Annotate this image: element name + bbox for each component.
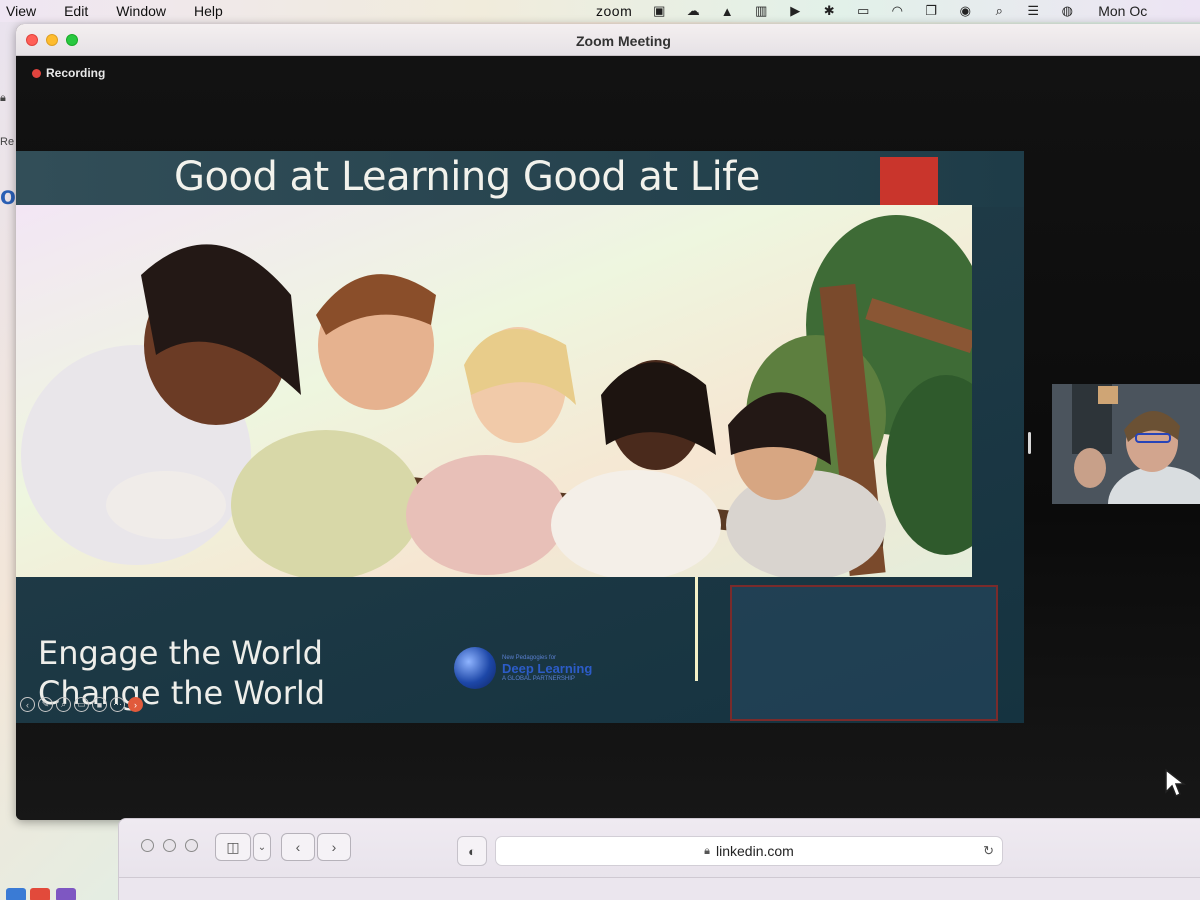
menu-bar-status: zoom ▣ ☁ ▲ ▥ ▶ ✱ ▭ ◠ ❐ ◉ ⌕ ☰ ◍ Mon Oc [596, 0, 1147, 22]
more-options-icon[interactable]: ⋯ [110, 697, 125, 712]
safari-close-button[interactable] [141, 839, 154, 852]
cloud-icon[interactable]: ☁ [684, 3, 702, 19]
background-logo-fragment: o [0, 180, 16, 210]
user-icon[interactable]: ◉ [956, 3, 974, 19]
forward-button[interactable]: › [317, 833, 351, 861]
sidebar-toggle-button[interactable]: ◫ [215, 833, 251, 861]
malwarebytes-icon[interactable]: ▲ [718, 3, 736, 19]
menu-edit[interactable]: Edit [64, 3, 88, 19]
slide-title: Good at Learning Good at Life [174, 154, 760, 200]
recording-indicator[interactable]: Recording [32, 66, 105, 80]
slideshow-controls: ‹ ✎ ⌕ ▭ ■ ⋯ › [20, 697, 143, 712]
next-slide-icon[interactable]: › [128, 697, 143, 712]
menu-clock[interactable]: Mon Oc [1098, 3, 1147, 19]
slide-accent-block [880, 157, 938, 207]
window-titlebar: Zoom Meeting [16, 24, 1200, 56]
screen-icon[interactable]: ■ [92, 697, 107, 712]
tagline-line-1: Engage the World [38, 634, 323, 672]
window-controls [26, 34, 78, 46]
slide-divider [695, 577, 698, 681]
lock-icon: 🔒︎ [704, 844, 711, 857]
wifi-icon[interactable]: ◠ [888, 3, 906, 19]
slide-video-placeholder [730, 585, 998, 721]
gallery-resize-handle[interactable] [1028, 432, 1031, 454]
chevron-down-icon: ⌄ [257, 841, 267, 853]
maximize-button[interactable] [66, 34, 78, 46]
menu-window[interactable]: Window [116, 3, 166, 19]
logo-text: New Pedagogies for Deep Learning A GLOBA… [502, 655, 592, 682]
menu-bar-left: View Edit Window Help [0, 3, 251, 19]
siri-icon[interactable]: ◍ [1058, 3, 1076, 19]
control-center-icon[interactable]: ☰ [1024, 3, 1042, 19]
menu-bar: View Edit Window Help zoom ▣ ☁ ▲ ▥ ▶ ✱ ▭… [0, 0, 1200, 22]
dock-app-icon[interactable] [6, 888, 26, 900]
background-lock-fragment: 🔒︎ [0, 92, 6, 104]
sidebar-icon: ◫ [226, 838, 240, 855]
sidebar-menu-button[interactable]: ⌄ [253, 833, 271, 861]
zoom-slide-icon[interactable]: ⌕ [56, 697, 71, 712]
dock-fragment [0, 884, 300, 900]
logo-title: Deep Learning [502, 660, 593, 676]
shield-icon: ◐ [468, 843, 476, 859]
logo-tagline-bottom: A GLOBAL PARTNERSHIP [502, 675, 575, 682]
bluetooth-icon[interactable]: ✱ [820, 3, 838, 19]
menu-help[interactable]: Help [194, 3, 223, 19]
play-icon[interactable]: ▶ [786, 3, 804, 19]
previous-slide-icon[interactable]: ‹ [20, 697, 35, 712]
battery-icon[interactable]: ▭ [854, 3, 872, 19]
shared-slide: Good at Learning Good at Life Engage the… [16, 151, 1024, 723]
globe-logo-icon [454, 647, 496, 689]
background-text-fragment: Re [0, 136, 15, 148]
dock-app-icon[interactable] [56, 888, 76, 900]
recording-dot-icon [32, 68, 41, 78]
back-icon: ‹ [295, 839, 301, 855]
participant-video-illustration [1052, 384, 1200, 504]
address-bar[interactable]: 🔒︎ linkedin.com ↻ [495, 836, 1003, 866]
captions-icon[interactable]: ▭ [74, 697, 89, 712]
window-title: Zoom Meeting [576, 33, 671, 49]
slide-title-bar: Good at Learning Good at Life [16, 151, 1024, 207]
pointer-cursor-icon [1165, 768, 1186, 798]
deep-learning-logo: New Pedagogies for Deep Learning A GLOBA… [454, 647, 592, 689]
zoom-menu-extra[interactable]: zoom [596, 3, 632, 19]
close-button[interactable] [26, 34, 38, 46]
slide-photo-children [16, 205, 972, 577]
children-photo-illustration [16, 205, 972, 577]
audio-icon[interactable]: ▥ [752, 3, 770, 19]
dock-app-icon[interactable] [30, 888, 50, 900]
pen-icon[interactable]: ✎ [38, 697, 53, 712]
safari-maximize-button[interactable] [185, 839, 198, 852]
privacy-report-button[interactable]: ◐ [457, 836, 487, 866]
address-url: linkedin.com [716, 843, 794, 859]
search-icon[interactable]: ⌕ [990, 3, 1008, 19]
safari-window-controls [141, 839, 198, 852]
screen-mirroring-icon[interactable]: ❐ [922, 3, 940, 19]
minimize-button[interactable] [46, 34, 58, 46]
outlook-icon[interactable]: ▣ [650, 3, 668, 19]
forward-icon: › [331, 839, 337, 855]
back-button[interactable]: ‹ [281, 833, 315, 861]
menu-view[interactable]: View [6, 3, 36, 19]
safari-minimize-button[interactable] [163, 839, 176, 852]
recording-label: Recording [46, 66, 106, 80]
participant-video-tile[interactable] [1052, 384, 1200, 504]
zoom-window: Zoom Meeting Recording Good at Learning … [16, 24, 1200, 820]
reload-icon[interactable]: ↻ [983, 843, 994, 859]
